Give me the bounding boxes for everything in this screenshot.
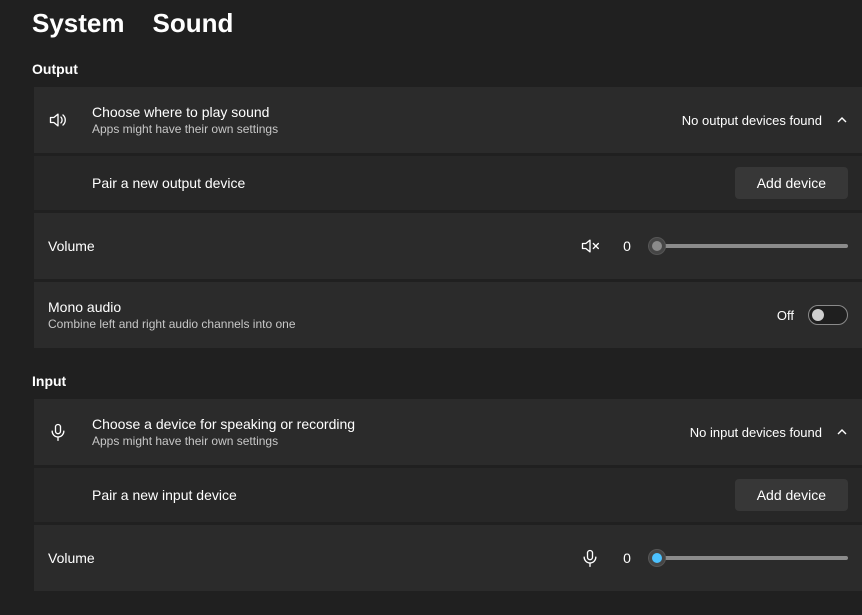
- microphone-icon[interactable]: [580, 548, 600, 568]
- output-choose-sub: Apps might have their own settings: [92, 122, 682, 136]
- breadcrumb-current: Sound: [153, 8, 234, 39]
- add-output-device-button[interactable]: Add device: [735, 167, 848, 199]
- breadcrumb-parent[interactable]: System: [32, 8, 125, 39]
- output-choose-row[interactable]: Choose where to play sound Apps might ha…: [34, 87, 862, 153]
- chevron-up-icon: [836, 114, 848, 126]
- output-status: No output devices found: [682, 113, 822, 128]
- output-choose-title: Choose where to play sound: [92, 104, 682, 120]
- input-volume-slider[interactable]: [648, 548, 848, 568]
- mono-audio-title: Mono audio: [48, 299, 777, 315]
- output-pair-row: Pair a new output device Add device: [34, 156, 862, 210]
- input-status: No input devices found: [690, 425, 822, 440]
- speaker-muted-icon[interactable]: [580, 236, 600, 256]
- input-choose-title: Choose a device for speaking or recordin…: [92, 416, 690, 432]
- microphone-icon: [48, 422, 92, 442]
- input-volume-row: Volume 0: [34, 525, 862, 591]
- mono-audio-row[interactable]: Mono audio Combine left and right audio …: [34, 282, 862, 348]
- mono-audio-state: Off: [777, 308, 794, 323]
- input-choose-row[interactable]: Choose a device for speaking or recordin…: [34, 399, 862, 465]
- speaker-icon: [48, 110, 92, 130]
- sound-settings-page: System Sound Output Choose where to play…: [0, 0, 862, 591]
- breadcrumb: System Sound: [0, 0, 862, 39]
- add-input-device-button[interactable]: Add device: [735, 479, 848, 511]
- mono-audio-sub: Combine left and right audio channels in…: [48, 317, 777, 331]
- output-volume-row: Volume 0: [34, 213, 862, 279]
- output-pair-title: Pair a new output device: [92, 175, 735, 191]
- output-volume-value: 0: [620, 238, 634, 254]
- output-section-title: Output: [0, 39, 862, 87]
- input-pair-row: Pair a new input device Add device: [34, 468, 862, 522]
- input-pair-title: Pair a new input device: [92, 487, 735, 503]
- mono-audio-toggle[interactable]: [808, 305, 848, 325]
- input-choose-sub: Apps might have their own settings: [92, 434, 690, 448]
- chevron-up-icon: [836, 426, 848, 438]
- input-section-title: Input: [0, 351, 862, 399]
- input-volume-label: Volume: [48, 550, 580, 566]
- input-volume-value: 0: [620, 550, 634, 566]
- output-volume-slider[interactable]: [648, 236, 848, 256]
- output-volume-label: Volume: [48, 238, 580, 254]
